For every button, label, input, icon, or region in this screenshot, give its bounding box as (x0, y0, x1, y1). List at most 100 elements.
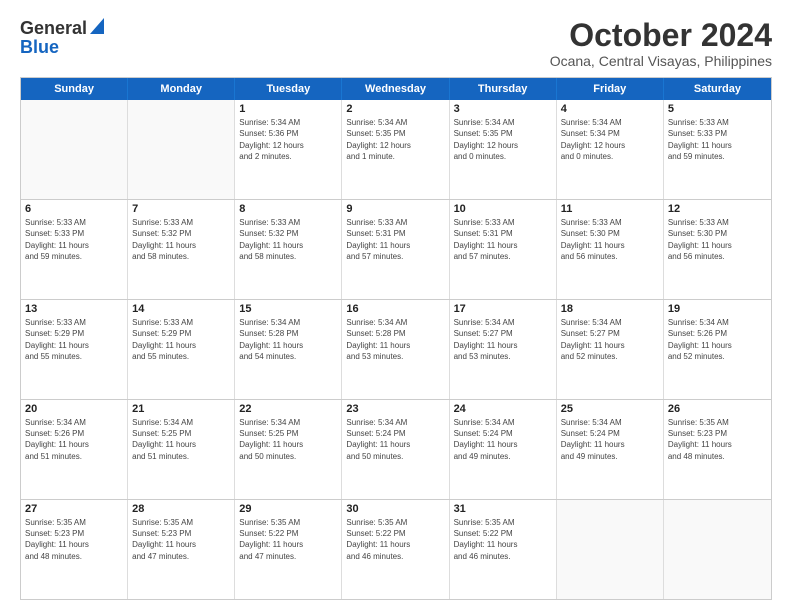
day-number: 22 (239, 403, 337, 415)
calendar-cell: 24Sunrise: 5:34 AM Sunset: 5:24 PM Dayli… (450, 400, 557, 499)
header-wednesday: Wednesday (342, 78, 449, 100)
calendar-cell (557, 500, 664, 599)
day-info: Sunrise: 5:35 AM Sunset: 5:23 PM Dayligh… (132, 517, 230, 562)
calendar-cell: 29 Sunrise: 5:35 AM Sunset: 5:22 PM Dayli… (235, 500, 342, 599)
calendar-cell: 17Sunrise: 5:34 AM Sunset: 5:27 PM Dayli… (450, 300, 557, 399)
calendar-cell: 4 Sunrise: 5:34 AM Sunset: 5:34 PM Daylig… (557, 100, 664, 199)
day-number: 30 (346, 503, 444, 515)
day-info: Sunrise: 5:34 AM Sunset: 5:26 PM Dayligh… (25, 417, 123, 462)
header: General Blue October 2024 Ocana, Central… (20, 18, 772, 69)
title-area: October 2024 Ocana, Central Visayas, Phi… (550, 18, 772, 69)
logo: General Blue (20, 18, 104, 58)
day-info: Sunrise: 5:34 AM Sunset: 5:34 PM Dayligh… (561, 117, 659, 162)
calendar-cell: 30 Sunrise: 5:35 AM Sunset: 5:22 PM Dayli… (342, 500, 449, 599)
calendar-cell: 23 Sunrise: 5:34 AM Sunset: 5:24 PM Dayli… (342, 400, 449, 499)
calendar-cell: 19Sunrise: 5:34 AM Sunset: 5:26 PM Dayli… (664, 300, 771, 399)
day-info: Sunrise: 5:35 AM Sunset: 5:22 PM Dayligh… (239, 517, 337, 562)
page: General Blue October 2024 Ocana, Central… (0, 0, 792, 612)
calendar-cell (664, 500, 771, 599)
calendar-cell: 15 Sunrise: 5:34 AM Sunset: 5:28 PM Dayli… (235, 300, 342, 399)
day-number: 6 (25, 203, 123, 215)
calendar-subtitle: Ocana, Central Visayas, Philippines (550, 53, 772, 69)
calendar-cell: 10 Sunrise: 5:33 AM Sunset: 5:31 PM Dayli… (450, 200, 557, 299)
day-number: 2 (346, 103, 444, 115)
header-friday: Friday (557, 78, 664, 100)
day-number: 26 (668, 403, 767, 415)
calendar-cell: 12 Sunrise: 5:33 AM Sunset: 5:30 PM Dayli… (664, 200, 771, 299)
calendar-cell: 20 Sunrise: 5:34 AM Sunset: 5:26 PM Dayli… (21, 400, 128, 499)
calendar-cell: 2 Sunrise: 5:34 AM Sunset: 5:35 PM Daylig… (342, 100, 449, 199)
day-info: Sunrise: 5:34 AM Sunset: 5:27 PM Dayligh… (454, 317, 552, 362)
day-number: 10 (454, 203, 552, 215)
calendar-cell: 13Sunrise: 5:33 AM Sunset: 5:29 PM Dayli… (21, 300, 128, 399)
calendar-cell: 11 Sunrise: 5:33 AM Sunset: 5:30 PM Dayli… (557, 200, 664, 299)
calendar-cell: 22 Sunrise: 5:34 AM Sunset: 5:25 PM Dayli… (235, 400, 342, 499)
day-info: Sunrise: 5:35 AM Sunset: 5:23 PM Dayligh… (668, 417, 767, 462)
logo-general: General (20, 18, 87, 39)
day-number: 15 (239, 303, 337, 315)
day-info: Sunrise: 5:33 AM Sunset: 5:33 PM Dayligh… (25, 217, 123, 262)
day-number: 12 (668, 203, 767, 215)
day-number: 7 (132, 203, 230, 215)
calendar-cell (128, 100, 235, 199)
day-info: Sunrise: 5:34 AM Sunset: 5:28 PM Dayligh… (346, 317, 444, 362)
day-number: 11 (561, 203, 659, 215)
calendar-cell: 31Sunrise: 5:35 AM Sunset: 5:22 PM Dayli… (450, 500, 557, 599)
day-info: Sunrise: 5:33 AM Sunset: 5:31 PM Dayligh… (454, 217, 552, 262)
day-info: Sunrise: 5:35 AM Sunset: 5:22 PM Dayligh… (454, 517, 552, 562)
day-info: Sunrise: 5:34 AM Sunset: 5:35 PM Dayligh… (454, 117, 552, 162)
calendar-cell: 25Sunrise: 5:34 AM Sunset: 5:24 PM Dayli… (557, 400, 664, 499)
calendar-week-4: 20 Sunrise: 5:34 AM Sunset: 5:26 PM Dayli… (21, 400, 771, 500)
calendar-cell: 6 Sunrise: 5:33 AM Sunset: 5:33 PM Daylig… (21, 200, 128, 299)
day-number: 8 (239, 203, 337, 215)
calendar-cell: 27Sunrise: 5:35 AM Sunset: 5:23 PM Dayli… (21, 500, 128, 599)
day-number: 20 (25, 403, 123, 415)
day-info: Sunrise: 5:33 AM Sunset: 5:30 PM Dayligh… (668, 217, 767, 262)
day-info: Sunrise: 5:34 AM Sunset: 5:24 PM Dayligh… (454, 417, 552, 462)
day-info: Sunrise: 5:33 AM Sunset: 5:29 PM Dayligh… (25, 317, 123, 362)
day-info: Sunrise: 5:34 AM Sunset: 5:35 PM Dayligh… (346, 117, 444, 162)
calendar-cell: 21Sunrise: 5:34 AM Sunset: 5:25 PM Dayli… (128, 400, 235, 499)
header-saturday: Saturday (664, 78, 771, 100)
day-number: 5 (668, 103, 767, 115)
calendar-cell: 26 Sunrise: 5:35 AM Sunset: 5:23 PM Dayli… (664, 400, 771, 499)
day-number: 28 (132, 503, 230, 515)
day-number: 29 (239, 503, 337, 515)
header-thursday: Thursday (450, 78, 557, 100)
day-number: 25 (561, 403, 659, 415)
header-tuesday: Tuesday (235, 78, 342, 100)
day-info: Sunrise: 5:33 AM Sunset: 5:33 PM Dayligh… (668, 117, 767, 162)
day-number: 9 (346, 203, 444, 215)
calendar: Sunday Monday Tuesday Wednesday Thursday… (20, 77, 772, 600)
day-info: Sunrise: 5:34 AM Sunset: 5:24 PM Dayligh… (346, 417, 444, 462)
day-info: Sunrise: 5:34 AM Sunset: 5:27 PM Dayligh… (561, 317, 659, 362)
day-number: 4 (561, 103, 659, 115)
day-number: 18 (561, 303, 659, 315)
day-info: Sunrise: 5:34 AM Sunset: 5:25 PM Dayligh… (239, 417, 337, 462)
calendar-title: October 2024 (550, 18, 772, 53)
day-number: 23 (346, 403, 444, 415)
day-number: 1 (239, 103, 337, 115)
calendar-cell (21, 100, 128, 199)
day-info: Sunrise: 5:34 AM Sunset: 5:26 PM Dayligh… (668, 317, 767, 362)
day-info: Sunrise: 5:35 AM Sunset: 5:23 PM Dayligh… (25, 517, 123, 562)
day-info: Sunrise: 5:33 AM Sunset: 5:32 PM Dayligh… (132, 217, 230, 262)
day-info: Sunrise: 5:33 AM Sunset: 5:30 PM Dayligh… (561, 217, 659, 262)
calendar-cell: 5 Sunrise: 5:33 AM Sunset: 5:33 PM Daylig… (664, 100, 771, 199)
calendar-cell: 1 Sunrise: 5:34 AM Sunset: 5:36 PM Daylig… (235, 100, 342, 199)
calendar-body: 1 Sunrise: 5:34 AM Sunset: 5:36 PM Daylig… (21, 100, 771, 599)
calendar-cell: 18 Sunrise: 5:34 AM Sunset: 5:27 PM Dayli… (557, 300, 664, 399)
day-info: Sunrise: 5:33 AM Sunset: 5:31 PM Dayligh… (346, 217, 444, 262)
day-number: 14 (132, 303, 230, 315)
calendar-cell: 14 Sunrise: 5:33 AM Sunset: 5:29 PM Dayli… (128, 300, 235, 399)
day-info: Sunrise: 5:33 AM Sunset: 5:32 PM Dayligh… (239, 217, 337, 262)
calendar-cell: 8 Sunrise: 5:33 AM Sunset: 5:32 PM Daylig… (235, 200, 342, 299)
day-info: Sunrise: 5:34 AM Sunset: 5:36 PM Dayligh… (239, 117, 337, 162)
calendar-header: Sunday Monday Tuesday Wednesday Thursday… (21, 78, 771, 100)
day-info: Sunrise: 5:33 AM Sunset: 5:29 PM Dayligh… (132, 317, 230, 362)
day-info: Sunrise: 5:35 AM Sunset: 5:22 PM Dayligh… (346, 517, 444, 562)
day-info: Sunrise: 5:34 AM Sunset: 5:25 PM Dayligh… (132, 417, 230, 462)
day-info: Sunrise: 5:34 AM Sunset: 5:28 PM Dayligh… (239, 317, 337, 362)
header-monday: Monday (128, 78, 235, 100)
calendar-cell: 3Sunrise: 5:34 AM Sunset: 5:35 PM Daylig… (450, 100, 557, 199)
